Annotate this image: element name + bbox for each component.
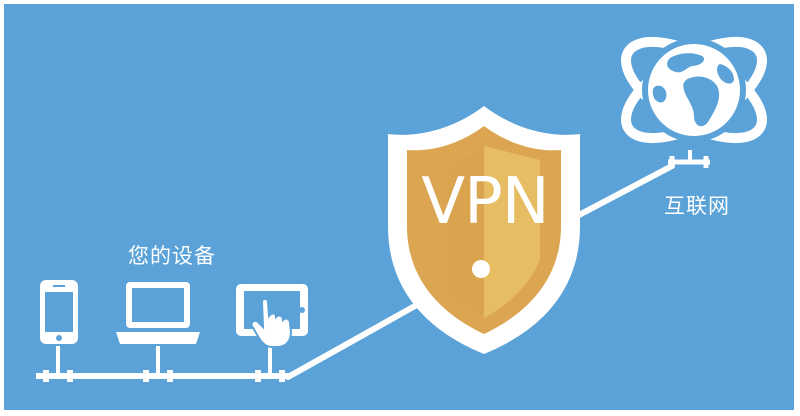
internet-label: 互联网 xyxy=(664,194,730,218)
smartphone-icon xyxy=(40,280,78,344)
shield-node xyxy=(472,260,490,278)
devices-label: 您的设备 xyxy=(128,244,216,268)
vpn-label: VPN xyxy=(421,165,549,239)
globe-icon xyxy=(621,36,767,144)
laptop-icon xyxy=(116,282,200,344)
